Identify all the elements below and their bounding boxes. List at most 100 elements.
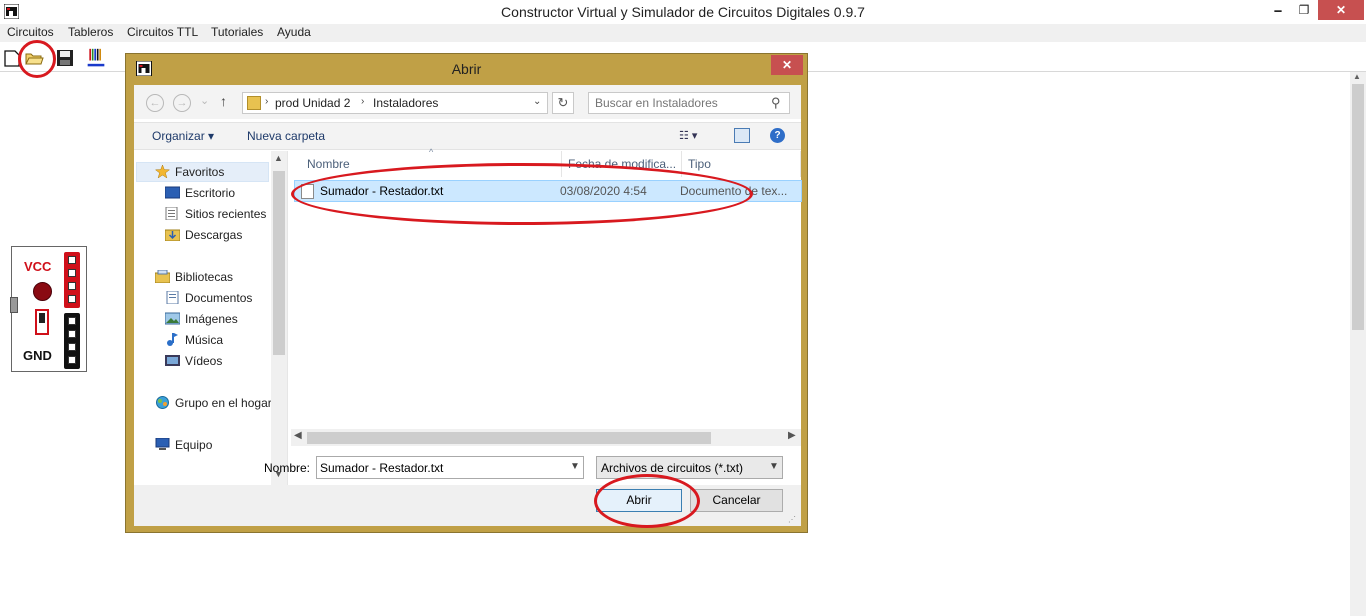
dialog-titlebar: Abrir ✕ [126,54,807,82]
nav-label: Vídeos [185,354,223,368]
gnd-label: GND [23,348,52,363]
power-switch[interactable] [35,309,49,335]
search-box[interactable]: ⚲ [588,92,790,114]
nav-label: Documentos [185,291,253,305]
nav-label: Música [185,333,224,347]
preview-pane-icon[interactable] [734,128,750,143]
nav-sitios-recientes[interactable]: Sitios recientes [165,207,267,221]
maximize-button[interactable]: ❐ [1290,0,1318,20]
wires-icon[interactable] [86,48,106,68]
dialog-footer: Nombre: ▼ Archivos de circuitos (*.txt) … [134,456,801,526]
computer-icon [155,438,170,450]
power-supply-module[interactable]: VCC GND [10,246,87,372]
nav-favoritos[interactable]: Favoritos [155,165,225,179]
file-name-label: Nombre: [264,461,311,475]
new-folder-button[interactable]: Nueva carpeta [247,129,325,143]
nav-grupo-en-el-hogar[interactable]: Grupo en el hogar [156,396,272,410]
app-window: Constructor Virtual y Simulador de Circu… [0,0,1366,616]
minimize-button[interactable]: 🗕 [1264,0,1292,20]
cancel-button[interactable]: Cancelar [690,489,783,512]
forward-button[interactable]: → [173,94,191,112]
pin-icon[interactable] [68,295,76,303]
gnd-pins[interactable] [64,313,80,369]
column-header-name[interactable]: Nombre [307,151,350,177]
menu-circuitos[interactable]: Circuitos [7,25,54,39]
file-highlight-ellipse [291,163,753,225]
nav-musica[interactable]: Música [167,333,224,347]
main-vertical-scrollbar[interactable]: ▲ [1350,72,1366,616]
nav-documentos[interactable]: Documentos [166,291,253,305]
organize-button[interactable]: Organizar ▾ [152,129,214,143]
pin-icon[interactable] [68,282,76,290]
address-bar[interactable]: › prod Unidad 2 › Instaladores ⌄ [242,92,548,114]
pin-icon[interactable] [68,256,76,264]
search-input[interactable] [595,96,765,110]
scroll-up-icon[interactable]: ▲ [1353,72,1361,81]
save-disk-icon[interactable] [55,48,75,68]
command-bar: Organizar ▾ Nueva carpeta ☷ ▾ ? [134,122,801,150]
module-connector-tab [10,297,18,313]
view-options-icon[interactable]: ☷ ▾ [679,129,713,145]
up-folder-button[interactable]: ↑ [220,93,227,109]
close-button[interactable]: ✕ [1318,0,1364,20]
dialog-body: ← → ⌄ ↑ › prod Unidad 2 › Instaladores ⌄… [134,85,802,526]
nav-videos[interactable]: Vídeos [165,354,223,368]
breadcrumb-prod-unidad-2[interactable]: prod Unidad 2 [275,96,350,110]
chevron-left-icon[interactable]: ◀ [294,430,302,441]
nav-label: Bibliotecas [175,270,234,284]
pin-icon[interactable] [68,356,76,364]
chevron-down-icon[interactable]: ⌄ [533,96,541,107]
address-row: ← → ⌄ ↑ › prod Unidad 2 › Instaladores ⌄… [134,85,801,119]
chevron-right-icon[interactable]: › [265,96,268,107]
resize-grip-icon[interactable]: ⋰ [788,515,796,524]
menu-ayuda[interactable]: Ayuda [277,25,311,39]
menu-circuitos-ttl[interactable]: Circuitos TTL [127,25,198,39]
pin-icon[interactable] [68,343,76,351]
dialog-close-button[interactable]: ✕ [771,55,803,75]
menu-tutoriales[interactable]: Tutoriales [211,25,263,39]
open-highlight-ring [18,40,56,78]
nav-label: Favoritos [175,165,225,179]
power-led-icon [33,282,52,301]
file-name-combo[interactable]: ▼ [316,456,584,479]
chevron-down-icon[interactable]: ▼ [570,461,580,472]
menu-tableros[interactable]: Tableros [68,25,113,39]
nav-imagenes[interactable]: Imágenes [165,312,238,326]
recent-locations-icon[interactable]: ⌄ [200,94,209,107]
breadcrumb-instaladores[interactable]: Instaladores [373,96,438,110]
scroll-thumb[interactable] [307,432,711,444]
chevron-down-icon[interactable]: ▼ [769,461,779,472]
nav-equipo[interactable]: Equipo [155,438,212,452]
nav-label: Descargas [185,228,243,242]
nav-descargas[interactable]: Descargas [165,228,243,242]
file-list-horizontal-scrollbar[interactable]: ◀ ▶ [291,429,801,446]
desktop-icon [165,186,180,199]
scroll-thumb[interactable] [1352,84,1364,330]
search-icon[interactable]: ⚲ [771,95,781,111]
music-note-icon [167,333,178,346]
libraries-icon [155,270,170,283]
help-icon[interactable]: ? [770,128,785,143]
star-icon [155,165,170,178]
chevron-right-icon[interactable]: › [361,96,364,107]
pin-icon[interactable] [68,330,76,338]
sort-ascending-icon: ^ [429,147,434,157]
chevron-up-icon[interactable]: ▲ [274,153,283,163]
nav-label: Grupo en el hogar [175,396,272,410]
downloads-folder-icon [165,229,180,241]
window-title: Constructor Virtual y Simulador de Circu… [501,4,865,20]
pin-icon[interactable] [68,269,76,277]
nav-escritorio[interactable]: Escritorio [165,186,235,200]
scroll-thumb[interactable] [273,171,285,355]
column-divider[interactable] [800,151,801,177]
file-name-input[interactable] [320,461,560,475]
chevron-right-icon[interactable]: ▶ [788,430,796,441]
pin-icon[interactable] [68,317,76,325]
back-button[interactable]: ← [146,94,164,112]
nav-bibliotecas[interactable]: Bibliotecas [155,270,234,284]
nav-label: Sitios recientes [185,207,267,221]
vcc-pins[interactable] [64,252,80,308]
homegroup-icon [156,396,169,409]
nav-pane-scrollbar[interactable]: ▲ ▼ [271,151,287,485]
refresh-button[interactable]: ↻ [552,92,574,114]
